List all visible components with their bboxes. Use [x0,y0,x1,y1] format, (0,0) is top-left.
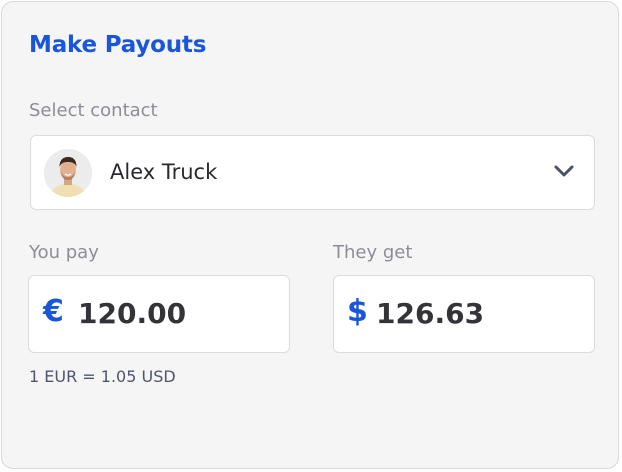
they-get-field[interactable]: $ [333,275,595,353]
you-pay-label: You pay [29,242,99,263]
dollar-icon: $ [347,294,368,329]
they-get-amount-input[interactable] [376,297,576,330]
you-pay-amount-input[interactable] [78,297,278,330]
contact-select[interactable]: Alex Truck [30,135,595,210]
they-get-label: They get [333,242,413,263]
chevron-down-icon[interactable] [553,163,575,179]
selected-contact-name: Alex Truck [110,160,218,184]
card-title: Make Payouts [29,32,207,58]
make-payouts-card: Make Payouts Select contact Alex Truck Y… [1,1,619,469]
euro-icon: € [43,294,64,329]
you-pay-field[interactable]: € [28,275,290,353]
avatar-image [44,149,92,197]
select-contact-label: Select contact [29,100,158,121]
avatar [44,149,92,197]
exchange-rate: 1 EUR = 1.05 USD [29,367,176,386]
